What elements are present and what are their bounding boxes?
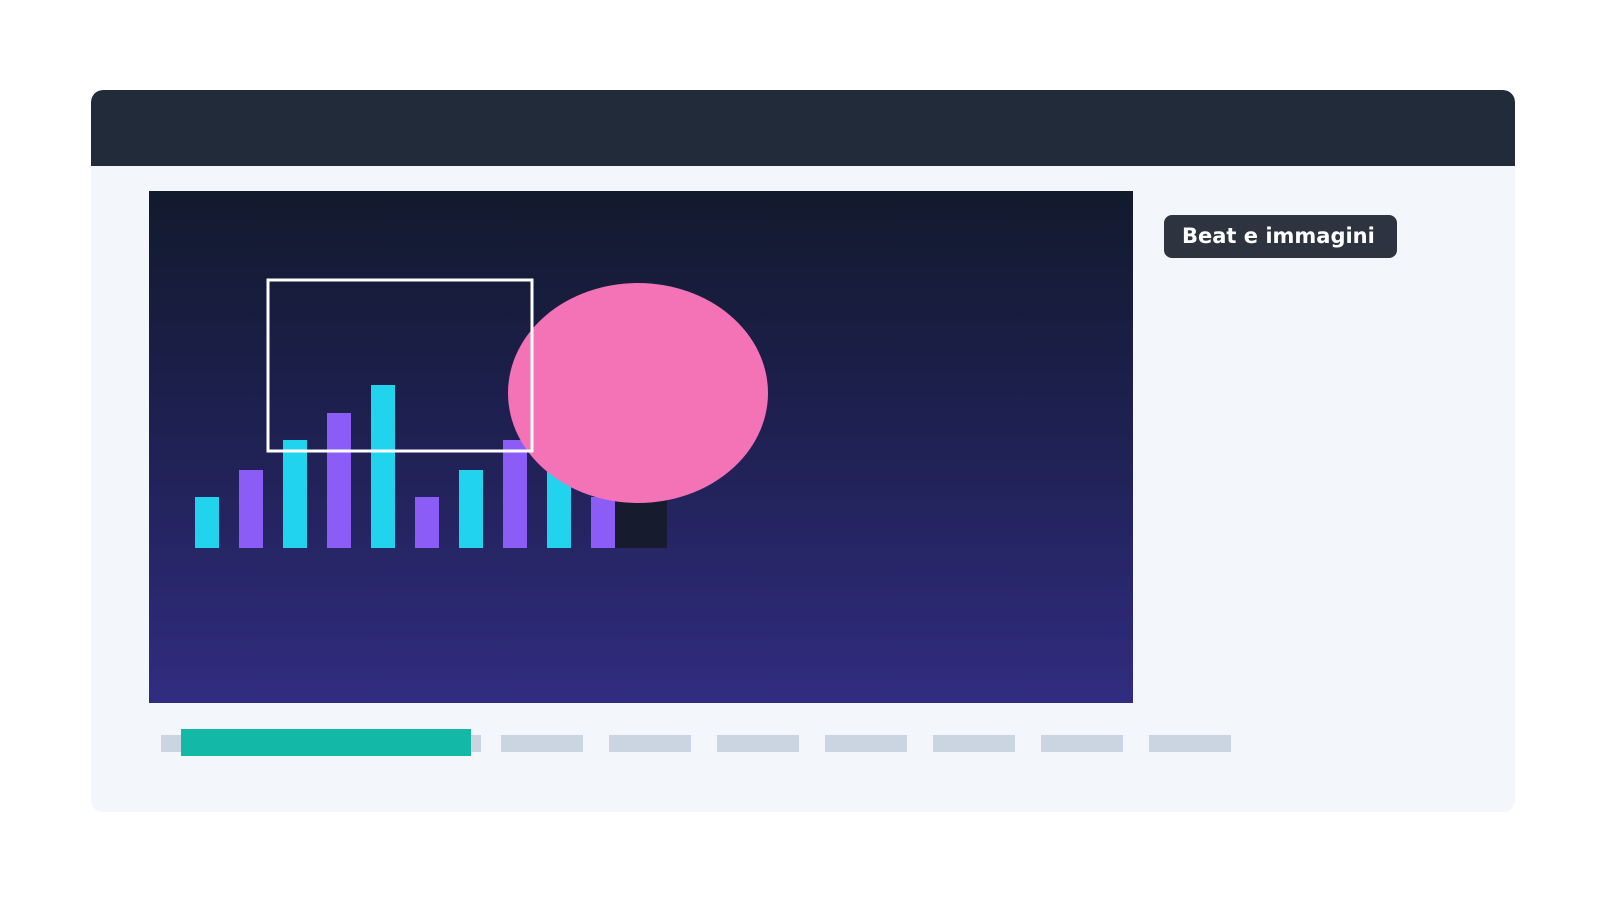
visualizer-bar: [591, 497, 615, 548]
visualizer-bar: [503, 440, 527, 548]
title-bar: [91, 90, 1515, 166]
timeline-segment[interactable]: [1149, 735, 1231, 752]
visualizer-bar: [371, 385, 395, 548]
timeline-segment[interactable]: [501, 735, 583, 752]
app-window: [91, 90, 1515, 812]
timeline-progress[interactable]: [181, 729, 471, 756]
pink-circle-shape: [508, 283, 768, 503]
visualizer-bar: [195, 497, 219, 548]
visualizer-bar: [283, 440, 307, 548]
dark-square-shape: [615, 496, 667, 548]
visualizer-bar: [327, 413, 351, 548]
visualizer-bar: [459, 470, 483, 548]
video-stage[interactable]: [149, 191, 1133, 703]
visualizer-bar: [239, 470, 263, 548]
timeline-segment[interactable]: [161, 735, 181, 752]
timeline-segment[interactable]: [825, 735, 907, 752]
visualizer-bar: [415, 497, 439, 548]
timeline-segment[interactable]: [717, 735, 799, 752]
selection-frame: [266, 278, 534, 453]
timeline-segment[interactable]: [933, 735, 1015, 752]
stage-canvas: [195, 278, 768, 548]
beat-images-label[interactable]: Beat e immagini: [1164, 215, 1397, 258]
timeline-segment[interactable]: [609, 735, 691, 752]
timeline[interactable]: [149, 720, 1231, 760]
timeline-segment[interactable]: [1041, 735, 1123, 752]
